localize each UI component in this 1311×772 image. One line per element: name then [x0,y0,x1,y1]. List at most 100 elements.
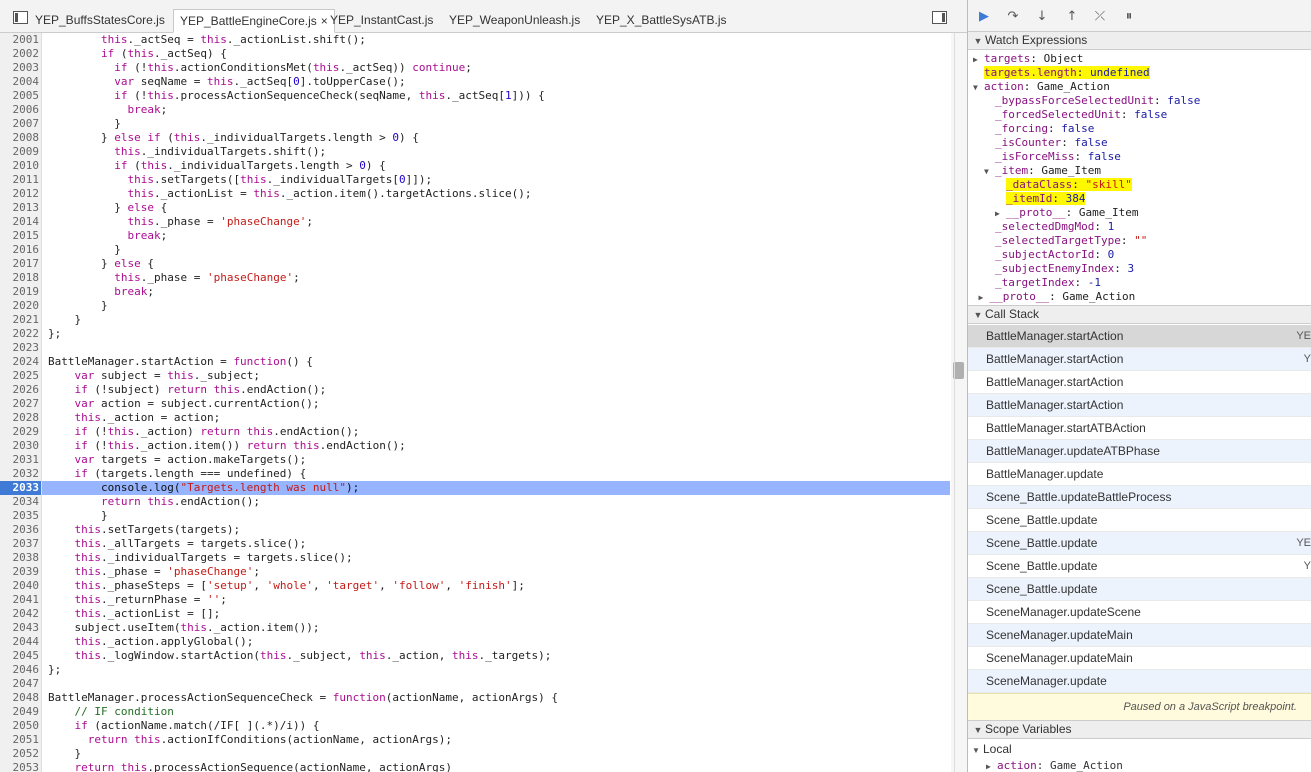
call-stack-frame[interactable]: Scene_Battle.update [968,509,1311,532]
code-line[interactable]: 2011 this.setTargets([this._individualTa… [0,173,950,187]
code-line[interactable]: 2036 this.setTargets(targets); [0,523,950,537]
watch-expressions-header[interactable]: ▼ Watch Expressions [968,31,1311,50]
line-number[interactable]: 2025 [0,369,42,383]
tab-yep-x-battlesysatb[interactable]: YEP_X_BattleSysATB.js [596,9,727,33]
line-number[interactable]: 2044 [0,635,42,649]
line-number[interactable]: 2051 [0,733,42,747]
line-number[interactable]: 2046 [0,663,42,677]
watch-property-row[interactable]: _isForceMiss: false [984,150,1121,164]
watch-property-row[interactable]: _forcing: false [984,122,1094,136]
line-number[interactable]: 2032 [0,467,42,481]
line-number[interactable]: 2001 [0,33,42,47]
panel-toggle-icon[interactable] [13,11,28,24]
code-line[interactable]: 2042 this._actionList = []; [0,607,950,621]
code-line[interactable]: 2024 BattleManager.startAction = function… [0,355,950,369]
code-line[interactable]: 2029 if (!this._action) return this.endA… [0,425,950,439]
line-number[interactable]: 2013 [0,201,42,215]
call-stack-frame[interactable]: BattleManager.startAction Y [968,348,1311,371]
code-line[interactable]: 2023 [0,341,950,355]
watch-property-row[interactable]: _bypassForceSelectedUnit: false [984,94,1200,108]
code-line[interactable]: 2019 break; [0,285,950,299]
code-line[interactable]: 2002 if (this._actSeq) { [0,47,950,61]
call-stack-frame[interactable]: Scene_Battle.updateBattleProcess [968,486,1311,509]
code-line[interactable]: 2043 subject.useItem(this._action.item()… [0,621,950,635]
line-number[interactable]: 2030 [0,439,42,453]
watch-property-row[interactable]: _dataClass: "skill" [995,178,1132,192]
code-line[interactable]: 2051 return this.actionIfConditions(acti… [0,733,950,747]
code-line[interactable]: 2001 this._actSeq = this._actionList.shi… [0,33,950,47]
line-number[interactable]: 2034 [0,495,42,509]
call-stack-frame[interactable]: BattleManager.startATBAction [968,417,1311,440]
watch-property-row[interactable]: _isCounter: false [984,136,1108,150]
line-number[interactable]: 2014 [0,215,42,229]
call-stack-frame[interactable]: BattleManager.update [968,463,1311,486]
watch-property-row[interactable]: _forcedSelectedUnit: false [984,108,1167,122]
code-line[interactable]: 2020 } [0,299,950,313]
watch-property-row[interactable]: ▼ _item: Game_Item [984,164,1101,178]
chevron-right-icon[interactable]: ▶ [979,291,990,305]
code-line[interactable]: 2010 if (this._individualTargets.length … [0,159,950,173]
watch-property-row[interactable]: ▶ __proto__: Game_Action [979,290,1136,304]
scope-variables-header[interactable]: ▼ Scope Variables [968,720,1311,739]
pause-on-exceptions-icon[interactable]: ⏸ [1121,9,1137,25]
step-out-icon[interactable]: ↑ [1064,9,1080,25]
code-line[interactable]: 2048 BattleManager.processActionSequenceC… [0,691,950,705]
call-stack-frame[interactable]: SceneManager.update [968,670,1311,693]
watch-property-row[interactable]: _itemId: 384 [995,192,1086,206]
close-icon[interactable]: × [321,10,328,32]
code-line[interactable]: 2050 if (actionName.match(/IF[ ](.*)/i))… [0,719,950,733]
code-line[interactable]: 2025 var subject = this._subject; [0,369,950,383]
line-number[interactable]: 2037 [0,537,42,551]
line-number[interactable]: 2048 [0,691,42,705]
step-into-icon[interactable]: ↓ [1034,9,1050,25]
line-number[interactable]: 2052 [0,747,42,761]
chevron-down-icon[interactable]: ▼ [984,165,995,179]
chevron-right-icon[interactable]: ▶ [995,207,1006,221]
watch-property-row[interactable]: ▼ action: Game_Action [973,80,1110,94]
code-line[interactable]: 2053 return this.processActionSequence(a… [0,761,950,772]
line-number[interactable]: 2047 [0,677,42,691]
code-line[interactable]: 2044 this._action.applyGlobal(); [0,635,950,649]
code-line[interactable]: 2046}; [0,663,950,677]
code-line[interactable]: 2021 } [0,313,950,327]
code-line[interactable]: 2031 var targets = action.makeTargets(); [0,453,950,467]
call-stack-frame[interactable]: BattleManager.startAction YE [968,325,1311,348]
code-line[interactable]: 2016 } [0,243,950,257]
tab-yep-buffsstatescore[interactable]: YEP_BuffsStatesCore.js [35,9,165,33]
line-number[interactable]: 2019 [0,285,42,299]
line-number[interactable]: 2042 [0,607,42,621]
watch-property-row[interactable]: _selectedDmgMod: 1 [984,220,1114,234]
line-number[interactable]: 2020 [0,299,42,313]
line-number[interactable]: 2053 [0,761,42,772]
line-number[interactable]: 2006 [0,103,42,117]
line-number[interactable]: 2003 [0,61,42,75]
line-number[interactable]: 2039 [0,565,42,579]
scope-variable-row[interactable]: ▶ action: Game_Action [986,758,1123,772]
watch-property-row[interactable]: _selectedTargetType: "" [984,234,1147,248]
code-line[interactable]: 2012 this._actionList = this._action.ite… [0,187,950,201]
line-number[interactable]: 2015 [0,229,42,243]
code-line[interactable]: 2018 this._phase = 'phaseChange'; [0,271,950,285]
line-number[interactable]: 2007 [0,117,42,131]
line-number[interactable]: 2008 [0,131,42,145]
code-line[interactable]: 2035 } [0,509,950,523]
call-stack-frame[interactable]: BattleManager.startAction [968,394,1311,417]
line-number[interactable]: 2023 [0,341,42,355]
code-line[interactable]: 2005 if (!this.processActionSequenceChec… [0,89,950,103]
line-number[interactable]: 2038 [0,551,42,565]
code-line[interactable]: 2041 this._returnPhase = ''; [0,593,950,607]
call-stack-frame[interactable]: Scene_Battle.update [968,578,1311,601]
watch-property-row[interactable]: _subjectEnemyIndex: 3 [984,262,1134,276]
line-number[interactable]: 2028 [0,411,42,425]
line-number[interactable]: 2012 [0,187,42,201]
code-line[interactable]: 2022}; [0,327,950,341]
line-number[interactable]: 2033 [0,481,42,495]
line-number[interactable]: 2040 [0,579,42,593]
code-line[interactable]: 2038 this._individualTargets = targets.s… [0,551,950,565]
code-line[interactable]: 2015 break; [0,229,950,243]
tab-yep-weaponunleash[interactable]: YEP_WeaponUnleash.js [449,9,580,33]
chevron-down-icon[interactable]: ▼ [973,81,984,95]
code-line[interactable]: 2009 this._individualTargets.shift(); [0,145,950,159]
call-stack-frame[interactable]: BattleManager.updateATBPhase [968,440,1311,463]
line-number[interactable]: 2002 [0,47,42,61]
